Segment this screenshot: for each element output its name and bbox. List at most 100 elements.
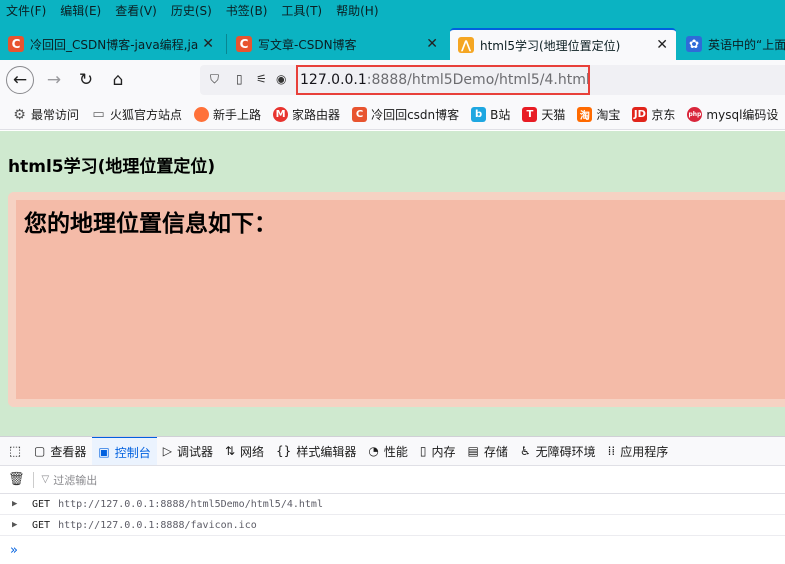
tab-console[interactable]: ▣ 控制台 — [92, 437, 157, 465]
tab-storage[interactable]: ▤ 存储 — [461, 437, 513, 465]
forward-button[interactable]: → — [40, 66, 68, 94]
accessibility-icon: ♿ — [519, 444, 531, 458]
csdn-icon: C — [352, 107, 368, 122]
debugger-icon: ▷ — [162, 444, 172, 458]
tracking-shield-icon[interactable]: ⛉ — [210, 72, 219, 87]
menu-history[interactable]: 历史(S) — [171, 2, 212, 19]
trash-icon[interactable]: 🗑 — [8, 472, 25, 487]
divider — [32, 471, 34, 488]
taobao-icon: 淘 — [577, 107, 593, 122]
close-tab-icon[interactable]: ✕ — [426, 36, 438, 52]
tab-html5-geolocation[interactable]: ⋀ html5学习(地理位置定位) ✕ — [450, 28, 676, 60]
style-editor-icon: {} — [276, 444, 292, 458]
bookmark-getting-started[interactable]: 新手上路 — [194, 106, 261, 123]
reload-button[interactable]: ↻ — [72, 66, 100, 94]
menu-help[interactable]: 帮助(H) — [336, 2, 378, 19]
bookmark-most-visited[interactable]: ⚙ 最常访问 — [12, 106, 79, 123]
bookmark-label: 京东 — [651, 108, 676, 122]
tab-performance[interactable]: ◔ 性能 — [362, 437, 414, 465]
bookmark-label: 淘宝 — [596, 108, 621, 122]
request-url[interactable]: http://127.0.0.1:8888/html5Demo/html5/4.… — [58, 499, 323, 510]
console-log-row[interactable]: ▶ GET http://127.0.0.1:8888/html5Demo/ht… — [0, 494, 785, 515]
application-icon: ⁞⁞ — [607, 444, 616, 458]
storage-icon: ▤ — [467, 444, 479, 458]
tab-label: 存储 — [483, 444, 508, 459]
tab-style-editor[interactable]: {} 样式编辑器 — [270, 437, 362, 465]
filter-output-input[interactable]: ▽ 过滤输出 — [42, 472, 98, 488]
bookmark-label: 新手上路 — [213, 108, 262, 122]
permissions-icon[interactable]: ⚟ — [256, 72, 267, 86]
bookmark-label: 家路由器 — [292, 108, 341, 122]
menu-edit[interactable]: 编辑(E) — [60, 2, 101, 19]
url-highlight-annotation — [296, 65, 590, 95]
location-permission-icon[interactable]: ◉ — [276, 72, 286, 86]
tab-label: 内存 — [431, 444, 456, 459]
bookmark-label: 天猫 — [541, 108, 566, 122]
request-url[interactable]: http://127.0.0.1:8888/favicon.ico — [58, 520, 257, 531]
inspector-icon: ▢ — [34, 444, 46, 458]
devtools-toolbar: ⬚ ▢ 查看器 ▣ 控制台 ▷ 调试器 ⇅ 网络 {} 样式编辑器 ◔ 性能 ▯ 内存 ▤ 存储… — [0, 436, 785, 466]
close-tab-icon[interactable]: ✕ — [202, 36, 214, 52]
bookmark-label: 冷回回csdn博客 — [371, 108, 460, 122]
console-log-row[interactable]: ▶ GET http://127.0.0.1:8888/favicon.ico — [0, 515, 785, 536]
csdn-icon: C — [236, 36, 252, 52]
console-icon: ▣ — [98, 445, 110, 459]
tab-label: 写文章-CSDN博客 — [258, 37, 357, 52]
element-picker-icon[interactable]: ⬚ — [6, 442, 24, 460]
menu-tools[interactable]: 工具(T) — [281, 2, 322, 19]
bookmark-jd[interactable]: JD 京东 — [632, 106, 675, 123]
bilibili-icon: b — [471, 107, 487, 122]
page-content: html5学习(地理位置定位) 您的地理位置信息如下： — [0, 131, 785, 436]
bookmark-bilibili[interactable]: b B站 — [471, 106, 510, 123]
bookmark-label: mysql编码设 — [706, 108, 779, 122]
tab-csdn-blog[interactable]: C 冷回回_CSDN博客-java编程,ja ✕ — [0, 30, 222, 58]
bookmark-mysql[interactable]: php mysql编码设 — [687, 106, 778, 123]
close-tab-icon[interactable]: ✕ — [656, 37, 668, 53]
router-icon: M — [273, 107, 289, 122]
console-filter-bar: 🗑 ▽ 过滤输出 — [0, 466, 785, 494]
bookmark-csdn[interactable]: C 冷回回csdn博客 — [352, 106, 459, 123]
tab-label: 调试器 — [176, 444, 213, 459]
page-title: html5学习(地理位置定位) — [8, 157, 216, 177]
tab-inspector[interactable]: ▢ 查看器 — [28, 437, 92, 465]
tab-debugger[interactable]: ▷ 调试器 — [157, 437, 219, 465]
expand-arrow-icon[interactable]: ▶ — [12, 520, 20, 530]
bookmarks-toolbar: ⚙ 最常访问 ▭ 火狐官方站点 新手上路 M 家路由器 C 冷回回csdn博客 b B站 … — [0, 100, 785, 130]
tab-application[interactable]: ⁞⁞ 应用程序 — [602, 437, 675, 465]
tab-baidu[interactable]: ✿ 英语中的“上面” — [678, 30, 785, 58]
filter-placeholder: 过滤输出 — [53, 473, 98, 487]
geolocation-box: 您的地理位置信息如下： — [8, 192, 785, 407]
tab-label: html5学习(地理位置定位) — [480, 38, 621, 53]
tab-network[interactable]: ⇅ 网络 — [219, 437, 270, 465]
gear-icon: ⚙ — [13, 106, 26, 123]
tab-accessibility[interactable]: ♿ 无障碍环境 — [514, 437, 602, 465]
page-info-icon[interactable]: ▯ — [236, 72, 243, 86]
bookmark-tmall[interactable]: T 天猫 — [522, 106, 565, 123]
geolocation-heading: 您的地理位置信息如下： — [24, 211, 277, 237]
tab-write-article[interactable]: C 写文章-CSDN博客 ✕ — [228, 30, 446, 58]
tab-memory[interactable]: ▯ 内存 — [414, 437, 462, 465]
home-button[interactable]: ⌂ — [104, 66, 132, 94]
expand-arrow-icon[interactable]: ▶ — [12, 499, 20, 509]
request-method: GET — [32, 519, 51, 531]
menu-view[interactable]: 查看(V) — [115, 2, 157, 19]
tab-label: 冷回回_CSDN博客-java编程,ja — [30, 37, 199, 52]
menu-bookmarks[interactable]: 书签(B) — [226, 2, 268, 19]
back-button[interactable]: ← — [6, 66, 34, 94]
php-icon: php — [687, 107, 703, 122]
bookmark-taobao[interactable]: 淘淘宝 — [577, 106, 620, 123]
performance-icon: ◔ — [368, 444, 379, 458]
tab-strip: C 冷回回_CSDN博客-java编程,ja ✕ C 写文章-CSDN博客 ✕ … — [0, 20, 785, 60]
filter-icon: ▽ — [41, 474, 50, 485]
console-input[interactable]: » — [0, 537, 785, 564]
tab-label: 应用程序 — [620, 444, 669, 459]
tab-label: 查看器 — [50, 444, 87, 459]
jd-icon: JD — [632, 107, 648, 122]
console-prompt-icon: » — [10, 543, 18, 558]
tab-label: 英语中的“上面” — [708, 37, 785, 52]
bookmark-firefox-official[interactable]: ▭ 火狐官方站点 — [91, 106, 182, 123]
bookmark-router[interactable]: M 家路由器 — [273, 106, 340, 123]
menu-file[interactable]: 文件(F) — [6, 2, 46, 19]
tab-label: 样式编辑器 — [296, 444, 357, 459]
tab-label: 无障碍环境 — [535, 444, 596, 459]
